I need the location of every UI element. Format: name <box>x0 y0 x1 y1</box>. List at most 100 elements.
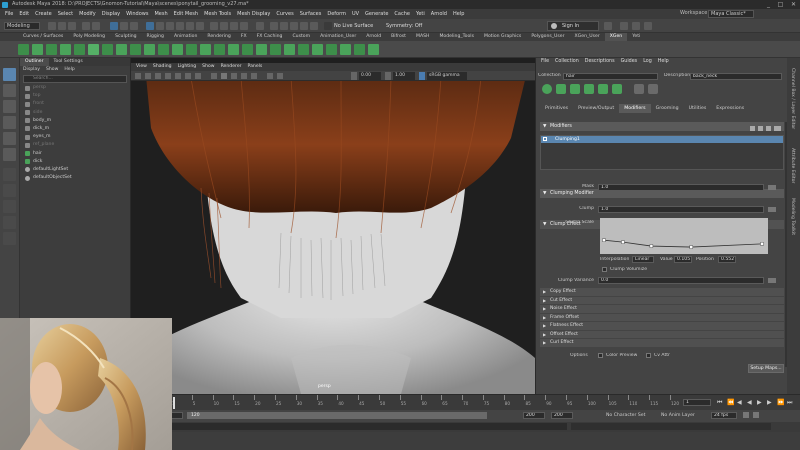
shelf-tab-arnold[interactable]: Arnold <box>361 33 386 41</box>
textured-icon[interactable] <box>231 73 237 79</box>
auto-key-icon[interactable] <box>743 412 749 418</box>
xgen-tab-utilities[interactable]: Utilities <box>684 104 712 113</box>
new-scene-icon[interactable] <box>48 22 56 30</box>
pick-mask-icon-5[interactable] <box>186 22 194 30</box>
redo-icon[interactable] <box>92 22 100 30</box>
render-frame-icon[interactable] <box>280 22 288 30</box>
xgen-normalize-icon[interactable] <box>612 84 622 94</box>
outliner-item-top[interactable]: top <box>20 92 130 100</box>
menu-surfaces[interactable]: Surfaces <box>297 9 325 19</box>
menu-deform[interactable]: Deform <box>324 9 349 19</box>
eye-icon[interactable] <box>750 126 755 131</box>
play-back-icon[interactable]: ◀ <box>747 399 752 406</box>
viewport-menu-view[interactable]: View <box>133 63 150 71</box>
character-set-select[interactable]: No Character Set <box>606 412 656 419</box>
wireframe-icon[interactable] <box>211 73 217 79</box>
xgen-menu-collection[interactable]: Collection <box>552 58 582 66</box>
xgen-comb-icon[interactable] <box>200 44 211 55</box>
frame-offset-section[interactable]: ▶ Frame Offset <box>540 313 784 321</box>
range-bar[interactable]: 120 <box>187 412 487 419</box>
ramp-point[interactable] <box>649 244 654 248</box>
lights-icon[interactable] <box>241 73 247 79</box>
xgen-width-icon[interactable] <box>186 44 197 55</box>
xgen-length-icon[interactable] <box>172 44 183 55</box>
xgen-select-guides-icon[interactable] <box>556 84 566 94</box>
xgen-guide-icon[interactable] <box>46 44 57 55</box>
select-object-icon[interactable] <box>120 22 128 30</box>
modifiers-section-header[interactable]: ▼ Modifiers <box>540 122 784 131</box>
four-view-icon[interactable] <box>3 184 16 197</box>
ramp-point[interactable] <box>602 238 606 242</box>
pick-mask-icon[interactable] <box>146 22 154 30</box>
menu-arnold[interactable]: Arnold <box>428 9 450 19</box>
shadows-icon[interactable] <box>251 73 257 79</box>
viewport-menu-renderer[interactable]: Renderer <box>218 63 245 71</box>
xgen-editor-icon[interactable] <box>18 44 29 55</box>
menu-uv[interactable]: UV <box>349 9 362 19</box>
render-view-icon[interactable] <box>270 22 278 30</box>
shelf-tab-xgen[interactable]: XGen <box>604 33 628 41</box>
xgen-part-icon[interactable] <box>256 44 267 55</box>
render-settings-icon[interactable] <box>300 22 308 30</box>
outliner-item-dick[interactable]: dick <box>20 158 130 166</box>
shelf-tab-rigging[interactable]: Rigging <box>142 33 169 41</box>
shelf-tab-motion-graphics[interactable]: Motion Graphics <box>479 33 526 41</box>
gate-mask-icon[interactable] <box>195 73 201 79</box>
clump-field[interactable]: 1.0 <box>598 206 764 213</box>
interpolation-select[interactable]: Linear <box>632 256 654 263</box>
image-plane-icon[interactable] <box>155 73 161 79</box>
cut-effect-section[interactable]: ▶ Cut Effect <box>540 296 784 304</box>
xgen-cache-icon[interactable] <box>298 44 309 55</box>
menu-display[interactable]: Display <box>99 9 123 19</box>
shelf-tab-polygons-user[interactable]: Polygons_User <box>526 33 569 41</box>
go-to-end-icon[interactable]: ⏭ <box>787 399 792 407</box>
color-preview-checkbox[interactable] <box>598 353 603 358</box>
graph-editor-layout-icon[interactable] <box>3 232 16 245</box>
menu-edit[interactable]: Edit <box>16 9 32 19</box>
shelf-tab-rendering[interactable]: Rendering <box>202 33 235 41</box>
exposure-field[interactable]: 0.00 <box>359 72 381 80</box>
mask-field[interactable]: 1.0 <box>598 184 764 191</box>
bookmark-icon[interactable] <box>145 73 151 79</box>
pick-mask-icon-3[interactable] <box>166 22 174 30</box>
outliner-item-default-light-set[interactable]: defaultLightSet <box>20 166 130 174</box>
undo-icon[interactable] <box>82 22 90 30</box>
menu-mesh-tools[interactable]: Mesh Tools <box>201 9 234 19</box>
tool-settings-icon[interactable] <box>644 22 652 30</box>
xgen-sculpt-guide-icon[interactable] <box>584 84 594 94</box>
shelf-tab-fx-caching[interactable]: FX Caching <box>252 33 288 41</box>
flatness-effect-section[interactable]: ▶ Flatness Effect <box>540 322 784 330</box>
xgen-noise-icon[interactable] <box>130 44 141 55</box>
eye-hidden-icon[interactable] <box>758 126 763 131</box>
playback-end-field[interactable]: 200 <box>523 412 545 419</box>
clump-variance-field[interactable]: 0.0 <box>598 277 764 284</box>
outliner-item-side[interactable]: side <box>20 109 130 117</box>
symmetry-select[interactable]: Symmetry: Off <box>386 22 436 30</box>
clump-variance-options-icon[interactable] <box>768 278 776 283</box>
xgen-tab-grooming[interactable]: Grooming <box>651 104 684 113</box>
exposure-icon[interactable] <box>351 72 357 80</box>
xgen-sculpt-icon[interactable] <box>74 44 85 55</box>
xgen-tab-preview-output[interactable]: Preview/Output <box>573 104 619 113</box>
step-forward-key-icon[interactable]: ⏩ <box>777 399 784 406</box>
mask-options-icon[interactable] <box>768 185 776 190</box>
menu-cache[interactable]: Cache <box>391 9 413 19</box>
end-time-field[interactable]: 200 <box>551 412 573 419</box>
ramp-point[interactable] <box>689 245 693 249</box>
xgen-rebuild-icon[interactable] <box>598 84 608 94</box>
snap-grid-icon[interactable] <box>210 22 218 30</box>
value-field[interactable]: 0.105 <box>674 256 692 263</box>
pick-mask-icon-4[interactable] <box>176 22 184 30</box>
step-forward-frame-icon[interactable]: ▶ <box>767 399 772 406</box>
xgen-create-description-icon[interactable] <box>32 44 43 55</box>
modifier-enabled-checkbox[interactable] <box>543 137 547 141</box>
viewport-menu-show[interactable]: Show <box>199 63 217 71</box>
channel-box-icon[interactable] <box>620 22 628 30</box>
clump-scale-ramp[interactable] <box>600 218 768 254</box>
xgen-twist-icon[interactable] <box>228 44 239 55</box>
xgen-groom-icon[interactable] <box>60 44 71 55</box>
view-transform-select[interactable]: sRGB gamma <box>427 72 467 80</box>
menu-mesh[interactable]: Mesh <box>151 9 170 19</box>
xgen-update-icon[interactable] <box>354 44 365 55</box>
xgen-smooth-icon[interactable] <box>214 44 225 55</box>
